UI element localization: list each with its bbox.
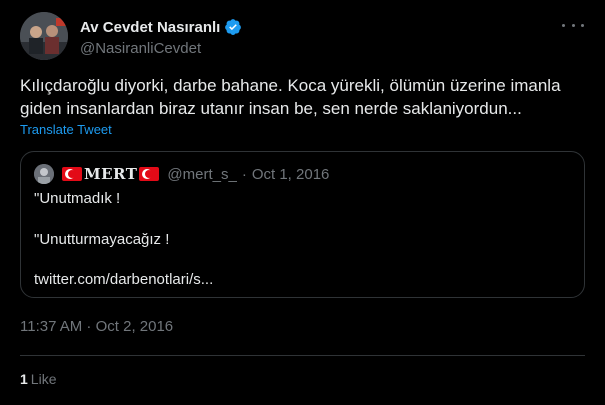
- quoted-text-line: "Unutmadık !: [34, 190, 121, 207]
- quoted-author-handle[interactable]: @mert_s_: [167, 166, 236, 183]
- author-handle[interactable]: @NasiranliCevdet: [80, 40, 242, 57]
- author-display-name[interactable]: Av Cevdet Nasıranlı: [80, 19, 220, 36]
- quoted-author-name[interactable]: MERT: [84, 165, 137, 183]
- author-name-row: Av Cevdet Nasıranlı: [80, 17, 242, 37]
- turkish-flag-icon: [62, 167, 82, 181]
- quoted-text-line: "Unutturmayacağız !: [34, 231, 170, 248]
- avatar-photo-icon: [20, 12, 68, 60]
- like-count[interactable]: 1 Like: [20, 371, 56, 387]
- translate-tweet-link[interactable]: Translate Tweet: [20, 122, 112, 137]
- quoted-tweet-date: Oct 1, 2016: [251, 165, 330, 183]
- more-dot: [571, 23, 575, 27]
- like-count-value: 1: [20, 371, 28, 387]
- tweet-text: Kılıçdaroğlu diyorki, darbe bahane. Koca…: [20, 76, 561, 118]
- divider: [20, 355, 585, 356]
- turkish-flag-icon: [139, 167, 160, 181]
- author-info: Av Cevdet Nasıranlı @NasiranliCevdet: [80, 17, 242, 57]
- quoted-tweet-header: MERT @mert_s_ · Oct 1, 2016: [34, 164, 329, 184]
- verified-badge-icon: [225, 19, 242, 35]
- separator-dot: ·: [241, 165, 247, 183]
- quoted-tweet[interactable]: MERT @mert_s_ · Oct 1, 2016 "Unutmadık !…: [20, 151, 585, 298]
- like-count-label: Like: [30, 371, 57, 387]
- quoted-link[interactable]: twitter.com/darbenotlari/s...: [34, 271, 213, 288]
- tweet-timestamp[interactable]: 11:37 AM · Oct 2, 2016: [20, 318, 173, 335]
- author-avatar[interactable]: [20, 12, 68, 60]
- more-dot: [562, 23, 565, 27]
- more-dot: [581, 23, 584, 27]
- more-options-icon[interactable]: [562, 18, 584, 32]
- quoted-author-avatar[interactable]: [34, 164, 54, 184]
- tweet-header: Av Cevdet Nasıranlı @NasiranliCevdet: [20, 12, 590, 62]
- avatar-photo-icon: [34, 164, 54, 184]
- tweet-detail: Av Cevdet Nasıranlı @NasiranliCevdet Kıl…: [0, 0, 605, 405]
